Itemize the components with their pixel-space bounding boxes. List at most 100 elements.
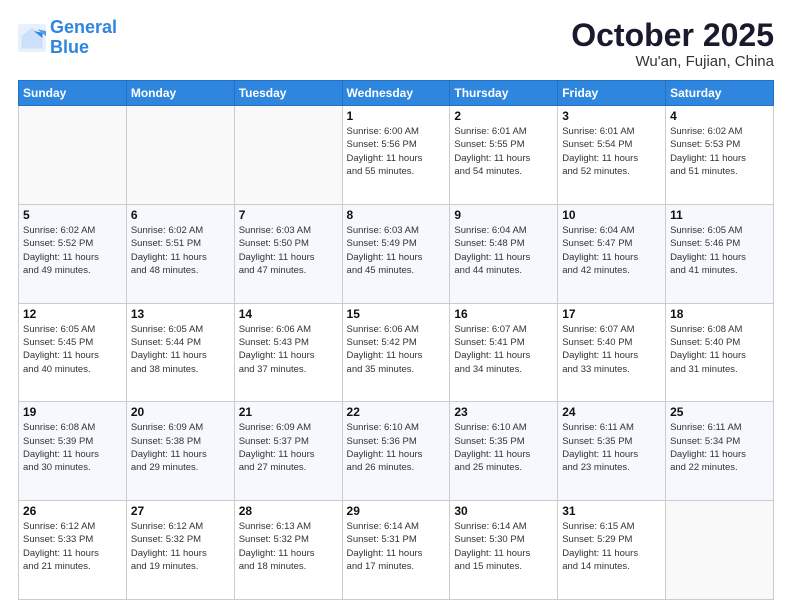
day-number: 24 bbox=[562, 405, 661, 419]
day-number: 18 bbox=[670, 307, 769, 321]
calendar-cell: 31 Sunrise: 6:15 AM Sunset: 5:29 PM Dayli… bbox=[558, 501, 666, 600]
day-number: 25 bbox=[670, 405, 769, 419]
calendar-cell: 15 Sunrise: 6:06 AM Sunset: 5:42 PM Dayli… bbox=[342, 303, 450, 402]
logo-line1: General bbox=[50, 17, 117, 37]
calendar-cell: 5 Sunrise: 6:02 AM Sunset: 5:52 PM Daylig… bbox=[19, 204, 127, 303]
weekday-header-tuesday: Tuesday bbox=[234, 81, 342, 106]
calendar-cell: 3 Sunrise: 6:01 AM Sunset: 5:54 PM Daylig… bbox=[558, 106, 666, 205]
calendar-cell: 1 Sunrise: 6:00 AM Sunset: 5:56 PM Daylig… bbox=[342, 106, 450, 205]
day-number: 14 bbox=[239, 307, 338, 321]
day-info: Sunrise: 6:01 AM Sunset: 5:55 PM Dayligh… bbox=[454, 125, 553, 178]
day-info: Sunrise: 6:05 AM Sunset: 5:45 PM Dayligh… bbox=[23, 323, 122, 376]
day-info: Sunrise: 6:06 AM Sunset: 5:42 PM Dayligh… bbox=[347, 323, 446, 376]
logo: General Blue bbox=[18, 18, 117, 58]
weekday-header-friday: Friday bbox=[558, 81, 666, 106]
weekday-header-sunday: Sunday bbox=[19, 81, 127, 106]
day-info: Sunrise: 6:11 AM Sunset: 5:35 PM Dayligh… bbox=[562, 421, 661, 474]
day-number: 29 bbox=[347, 504, 446, 518]
calendar-cell: 26Sunrise: 6:12 AM Sunset: 5:33 PM Dayli… bbox=[19, 501, 127, 600]
calendar-cell: 16Sunrise: 6:07 AM Sunset: 5:41 PM Dayli… bbox=[450, 303, 558, 402]
calendar-cell bbox=[234, 106, 342, 205]
day-number: 9 bbox=[454, 208, 553, 222]
logo-text: General Blue bbox=[50, 18, 117, 58]
calendar-cell bbox=[19, 106, 127, 205]
day-number: 11 bbox=[670, 208, 769, 222]
day-number: 17 bbox=[562, 307, 661, 321]
calendar-cell bbox=[126, 106, 234, 205]
day-number: 3 bbox=[562, 109, 661, 123]
month-title: October 2025 bbox=[571, 18, 774, 53]
weekday-header-saturday: Saturday bbox=[666, 81, 774, 106]
calendar-cell: 12Sunrise: 6:05 AM Sunset: 5:45 PM Dayli… bbox=[19, 303, 127, 402]
day-info: Sunrise: 6:08 AM Sunset: 5:40 PM Dayligh… bbox=[670, 323, 769, 376]
day-number: 2 bbox=[454, 109, 553, 123]
day-number: 27 bbox=[131, 504, 230, 518]
day-info: Sunrise: 6:15 AM Sunset: 5:29 PM Dayligh… bbox=[562, 520, 661, 573]
day-number: 8 bbox=[347, 208, 446, 222]
calendar-cell: 27 Sunrise: 6:12 AM Sunset: 5:32 PM Dayli… bbox=[126, 501, 234, 600]
day-info: Sunrise: 6:02 AM Sunset: 5:52 PM Dayligh… bbox=[23, 224, 122, 277]
calendar-cell: 11Sunrise: 6:05 AM Sunset: 5:46 PM Dayli… bbox=[666, 204, 774, 303]
day-number: 21 bbox=[239, 405, 338, 419]
day-info: Sunrise: 6:09 AM Sunset: 5:38 PM Dayligh… bbox=[131, 421, 230, 474]
day-info: Sunrise: 6:11 AM Sunset: 5:34 PM Dayligh… bbox=[670, 421, 769, 474]
calendar-cell: 24 Sunrise: 6:11 AM Sunset: 5:35 PM Dayli… bbox=[558, 402, 666, 501]
day-number: 22 bbox=[347, 405, 446, 419]
calendar-week-row: 26Sunrise: 6:12 AM Sunset: 5:33 PM Dayli… bbox=[19, 501, 774, 600]
location-title: Wu'an, Fujian, China bbox=[571, 53, 774, 70]
calendar-cell bbox=[666, 501, 774, 600]
calendar-cell: 14 Sunrise: 6:06 AM Sunset: 5:43 PM Dayli… bbox=[234, 303, 342, 402]
calendar-cell: 6 Sunrise: 6:02 AM Sunset: 5:51 PM Daylig… bbox=[126, 204, 234, 303]
weekday-header-monday: Monday bbox=[126, 81, 234, 106]
day-info: Sunrise: 6:10 AM Sunset: 5:36 PM Dayligh… bbox=[347, 421, 446, 474]
day-info: Sunrise: 6:06 AM Sunset: 5:43 PM Dayligh… bbox=[239, 323, 338, 376]
day-info: Sunrise: 6:00 AM Sunset: 5:56 PM Dayligh… bbox=[347, 125, 446, 178]
logo-line2: Blue bbox=[50, 37, 89, 57]
calendar-cell: 4 Sunrise: 6:02 AM Sunset: 5:53 PM Daylig… bbox=[666, 106, 774, 205]
calendar-cell: 29 Sunrise: 6:14 AM Sunset: 5:31 PM Dayli… bbox=[342, 501, 450, 600]
day-info: Sunrise: 6:02 AM Sunset: 5:53 PM Dayligh… bbox=[670, 125, 769, 178]
day-info: Sunrise: 6:07 AM Sunset: 5:40 PM Dayligh… bbox=[562, 323, 661, 376]
calendar-table: SundayMondayTuesdayWednesdayThursdayFrid… bbox=[18, 80, 774, 600]
day-info: Sunrise: 6:12 AM Sunset: 5:32 PM Dayligh… bbox=[131, 520, 230, 573]
header: General Blue October 2025 Wu'an, Fujian,… bbox=[18, 18, 774, 70]
day-number: 28 bbox=[239, 504, 338, 518]
day-number: 4 bbox=[670, 109, 769, 123]
day-number: 10 bbox=[562, 208, 661, 222]
calendar-cell: 7Sunrise: 6:03 AM Sunset: 5:50 PM Daylig… bbox=[234, 204, 342, 303]
day-info: Sunrise: 6:14 AM Sunset: 5:31 PM Dayligh… bbox=[347, 520, 446, 573]
day-number: 15 bbox=[347, 307, 446, 321]
day-number: 13 bbox=[131, 307, 230, 321]
calendar-cell: 17 Sunrise: 6:07 AM Sunset: 5:40 PM Dayli… bbox=[558, 303, 666, 402]
day-number: 31 bbox=[562, 504, 661, 518]
day-info: Sunrise: 6:08 AM Sunset: 5:39 PM Dayligh… bbox=[23, 421, 122, 474]
day-number: 23 bbox=[454, 405, 553, 419]
calendar-cell: 20Sunrise: 6:09 AM Sunset: 5:38 PM Dayli… bbox=[126, 402, 234, 501]
day-number: 5 bbox=[23, 208, 122, 222]
calendar-cell: 28Sunrise: 6:13 AM Sunset: 5:32 PM Dayli… bbox=[234, 501, 342, 600]
calendar-cell: 18 Sunrise: 6:08 AM Sunset: 5:40 PM Dayli… bbox=[666, 303, 774, 402]
day-number: 6 bbox=[131, 208, 230, 222]
calendar-cell: 19Sunrise: 6:08 AM Sunset: 5:39 PM Dayli… bbox=[19, 402, 127, 501]
calendar-week-row: 1 Sunrise: 6:00 AM Sunset: 5:56 PM Daylig… bbox=[19, 106, 774, 205]
calendar-cell: 13 Sunrise: 6:05 AM Sunset: 5:44 PM Dayli… bbox=[126, 303, 234, 402]
day-info: Sunrise: 6:01 AM Sunset: 5:54 PM Dayligh… bbox=[562, 125, 661, 178]
calendar-cell: 25 Sunrise: 6:11 AM Sunset: 5:34 PM Dayli… bbox=[666, 402, 774, 501]
calendar-week-row: 12Sunrise: 6:05 AM Sunset: 5:45 PM Dayli… bbox=[19, 303, 774, 402]
day-info: Sunrise: 6:05 AM Sunset: 5:44 PM Dayligh… bbox=[131, 323, 230, 376]
day-info: Sunrise: 6:02 AM Sunset: 5:51 PM Dayligh… bbox=[131, 224, 230, 277]
day-number: 26 bbox=[23, 504, 122, 518]
day-number: 7 bbox=[239, 208, 338, 222]
calendar-cell: 8 Sunrise: 6:03 AM Sunset: 5:49 PM Daylig… bbox=[342, 204, 450, 303]
weekday-header-wednesday: Wednesday bbox=[342, 81, 450, 106]
calendar-week-row: 5 Sunrise: 6:02 AM Sunset: 5:52 PM Daylig… bbox=[19, 204, 774, 303]
day-info: Sunrise: 6:03 AM Sunset: 5:49 PM Dayligh… bbox=[347, 224, 446, 277]
day-info: Sunrise: 6:04 AM Sunset: 5:47 PM Dayligh… bbox=[562, 224, 661, 277]
page: General Blue October 2025 Wu'an, Fujian,… bbox=[0, 0, 792, 612]
day-info: Sunrise: 6:07 AM Sunset: 5:41 PM Dayligh… bbox=[454, 323, 553, 376]
calendar-cell: 22 Sunrise: 6:10 AM Sunset: 5:36 PM Dayli… bbox=[342, 402, 450, 501]
calendar-cell: 21Sunrise: 6:09 AM Sunset: 5:37 PM Dayli… bbox=[234, 402, 342, 501]
day-info: Sunrise: 6:10 AM Sunset: 5:35 PM Dayligh… bbox=[454, 421, 553, 474]
day-info: Sunrise: 6:04 AM Sunset: 5:48 PM Dayligh… bbox=[454, 224, 553, 277]
day-number: 1 bbox=[347, 109, 446, 123]
